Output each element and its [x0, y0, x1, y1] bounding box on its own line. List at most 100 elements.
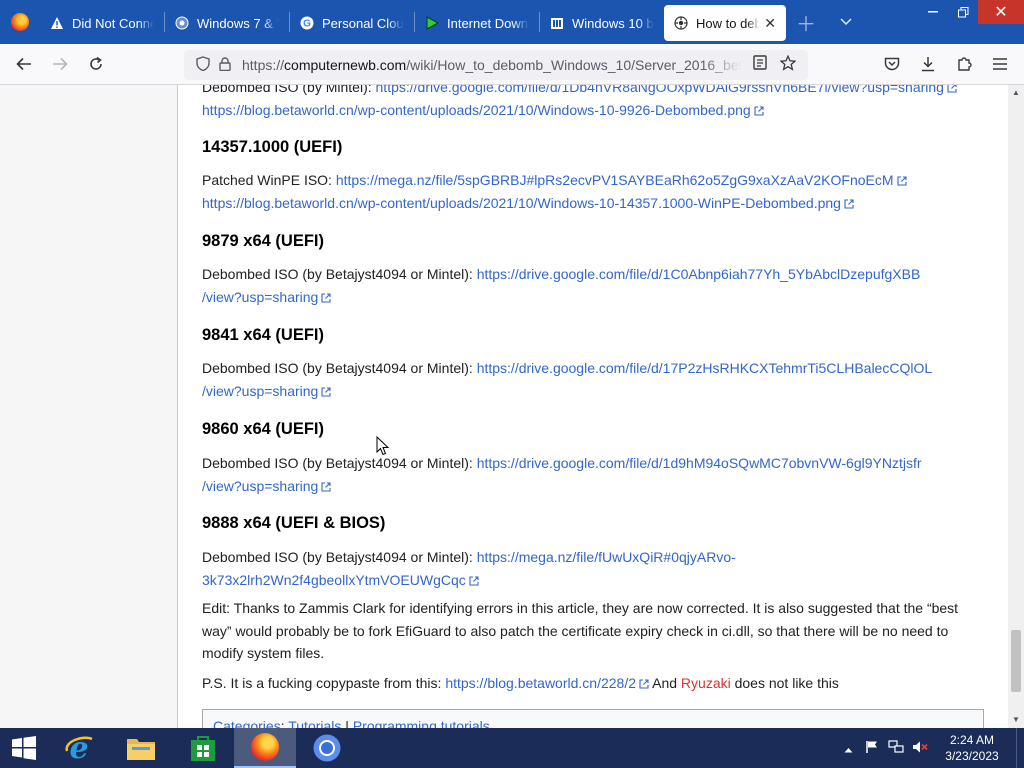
- url-bar[interactable]: https://computernewb.com/wiki/How_to_deb…: [184, 50, 808, 80]
- section-heading-9879: 9879 x64 (UEFI): [202, 232, 324, 250]
- wiki-icon: [674, 16, 688, 30]
- tab-1[interactable]: Windows 7 & T: [165, 5, 289, 41]
- external-link[interactable]: /view?usp=sharing: [202, 478, 318, 494]
- external-link[interactable]: https://blog.betaworld.cn/228/2: [445, 675, 636, 691]
- scroll-up-arrow-icon[interactable]: ▲: [1008, 85, 1024, 101]
- text: Debombed ISO (by Betajyst4094 or Mintel)…: [202, 549, 477, 565]
- app-menu-button[interactable]: [982, 48, 1018, 80]
- play-icon: [425, 16, 439, 30]
- taskbar-chromium[interactable]: [296, 728, 358, 768]
- external-link[interactable]: https://drive.google.com/file/d/17P2zHsR…: [477, 360, 932, 376]
- url-scheme: https://: [242, 57, 285, 73]
- reader-view-icon[interactable]: [746, 55, 774, 75]
- bookmark-star-icon[interactable]: [774, 54, 802, 75]
- show-hidden-icons-icon[interactable]: [836, 741, 860, 756]
- forward-button[interactable]: [42, 48, 78, 80]
- taskbar-file-explorer[interactable]: [110, 728, 172, 768]
- external-link[interactable]: https://drive.google.com/file/d/1d9hM94o…: [477, 455, 922, 471]
- start-button[interactable]: [0, 728, 48, 768]
- arrow-left-icon: [16, 57, 31, 71]
- tab-4[interactable]: Windows 10 bu: [540, 5, 664, 41]
- external-link[interactable]: https://mega.nz/file/5spGBRBJ#lpRs2ecvPV…: [336, 172, 894, 188]
- page-viewport: Debombed ISO (by Mintel): https://drive.…: [0, 85, 1008, 728]
- external-link-icon: [896, 176, 907, 186]
- network-icon[interactable]: [884, 739, 908, 757]
- paragraph: Patched WinPE ISO: https://mega.nz/file/…: [202, 169, 984, 192]
- close-icon: ✕: [994, 4, 1008, 21]
- minimize-button[interactable]: [918, 0, 948, 24]
- url-text[interactable]: https://computernewb.com/wiki/How_to_deb…: [242, 57, 742, 73]
- tab-0[interactable]: Did Not Conne: [40, 5, 164, 41]
- back-button[interactable]: [6, 48, 42, 80]
- tab-5-active[interactable]: How to debo ✕: [664, 5, 786, 41]
- restore-icon: [957, 6, 968, 17]
- store-icon: [191, 736, 215, 761]
- puzzle-icon: [958, 57, 972, 71]
- list-all-tabs-button[interactable]: [826, 0, 866, 44]
- taskbar-store[interactable]: [172, 728, 234, 768]
- lock-icon[interactable]: [214, 56, 236, 74]
- text: Debombed ISO (by Betajyst4094 or Mintel)…: [202, 360, 477, 376]
- external-link[interactable]: 3k73x2lrh2Wn2f4gbeollxYtmVOEUWgCqc: [202, 572, 466, 588]
- download-icon: [922, 57, 934, 72]
- external-link[interactable]: https://drive.google.com/file/d/1C0Abnp6…: [477, 266, 921, 282]
- paragraph: Debombed ISO (by Betajyst4094 or Mintel)…: [202, 263, 984, 308]
- external-link[interactable]: /view?usp=sharing: [202, 383, 318, 399]
- folder-icon: [127, 739, 155, 760]
- categories-link[interactable]: Categories: [213, 718, 281, 728]
- paragraph: Debombed ISO (by Mintel): https://drive.…: [202, 85, 984, 99]
- close-window-button[interactable]: ✕: [978, 0, 1024, 24]
- external-link[interactable]: https://blog.betaworld.cn/wp-content/upl…: [202, 195, 841, 211]
- external-link[interactable]: https://drive.google.com/file/d/1Db4nVR8…: [376, 85, 944, 95]
- arrow-right-icon: [53, 57, 68, 71]
- action-center-flag-icon[interactable]: [860, 740, 884, 757]
- scrollbar-thumb[interactable]: [1011, 630, 1021, 692]
- extensions-button[interactable]: [946, 48, 982, 80]
- taskbar-firefox[interactable]: [234, 728, 296, 768]
- text: does not like this: [730, 675, 839, 691]
- downloads-button[interactable]: [910, 48, 946, 80]
- shield-icon[interactable]: [192, 56, 214, 74]
- article-body: Debombed ISO (by Mintel): https://drive.…: [177, 85, 1008, 728]
- section-9860-content: Debombed ISO (by Betajyst4094 or Mintel)…: [202, 452, 984, 497]
- external-link[interactable]: https://mega.nz/file/fUwUxQiR#0qjyARvo-: [477, 549, 736, 565]
- archive-icon: [550, 16, 564, 30]
- paragraph: https://blog.betaworld.cn/wp-content/upl…: [202, 99, 984, 122]
- section-14357-content: Patched WinPE ISO: https://mega.nz/file/…: [202, 169, 984, 214]
- maximize-button[interactable]: [948, 0, 978, 24]
- external-link[interactable]: /view?usp=sharing: [202, 289, 318, 305]
- vertical-scrollbar[interactable]: ▲ ▼: [1008, 85, 1024, 728]
- new-tab-button[interactable]: ＋: [786, 0, 826, 44]
- text: Debombed ISO (by Mintel):: [202, 85, 376, 95]
- taskbar-internet-explorer[interactable]: e: [48, 728, 110, 768]
- show-desktop-button[interactable]: [1016, 728, 1024, 768]
- tab-title: Personal Cloud: [322, 15, 404, 31]
- user-link-ryuzaki[interactable]: Ryuzaki: [681, 675, 731, 691]
- system-tray: 2:24 AM 3/23/2023: [836, 728, 1024, 768]
- tab-3[interactable]: Internet Downlo: [415, 5, 539, 41]
- scroll-down-arrow-icon[interactable]: ▼: [1008, 712, 1024, 728]
- external-link-icon: [844, 198, 854, 209]
- volume-muted-icon[interactable]: [908, 740, 932, 757]
- categories-box: Categories: Tutorials | Programming tuto…: [202, 709, 984, 728]
- firefox-view-button[interactable]: [0, 0, 40, 44]
- internet-explorer-icon: e: [65, 733, 93, 763]
- reload-button[interactable]: [78, 48, 114, 80]
- section-heading-9860: 9860 x64 (UEFI): [202, 420, 324, 438]
- category-link-tutorials[interactable]: Tutorials: [288, 718, 341, 728]
- firefox-icon: [251, 733, 279, 761]
- text: Debombed ISO (by Betajyst4094 or Mintel)…: [202, 455, 477, 471]
- category-link-programming-tutorials[interactable]: Programming tutorials: [353, 718, 490, 728]
- external-link[interactable]: https://blog.betaworld.cn/wp-content/upl…: [202, 102, 751, 118]
- section-9841-content: Debombed ISO (by Betajyst4094 or Mintel)…: [202, 357, 984, 402]
- clock-date: 3/23/2023: [945, 749, 999, 763]
- paragraph: Debombed ISO (by Betajyst4094 or Mintel)…: [202, 452, 984, 497]
- url-path: /wiki/How_to_debomb_Windows_10/Server_20…: [406, 57, 742, 73]
- pocket-button[interactable]: [874, 48, 910, 80]
- tab-2[interactable]: G Personal Cloud: [290, 5, 414, 41]
- system-clock[interactable]: 2:24 AM 3/23/2023: [932, 732, 1012, 764]
- text: Debombed ISO (by Betajyst4094 or Mintel)…: [202, 266, 477, 282]
- firefox-logo-icon: [11, 13, 29, 31]
- edit-paragraph: Edit: Thanks to Zammis Clark for identif…: [202, 600, 959, 661]
- close-tab-icon[interactable]: ✕: [760, 15, 776, 32]
